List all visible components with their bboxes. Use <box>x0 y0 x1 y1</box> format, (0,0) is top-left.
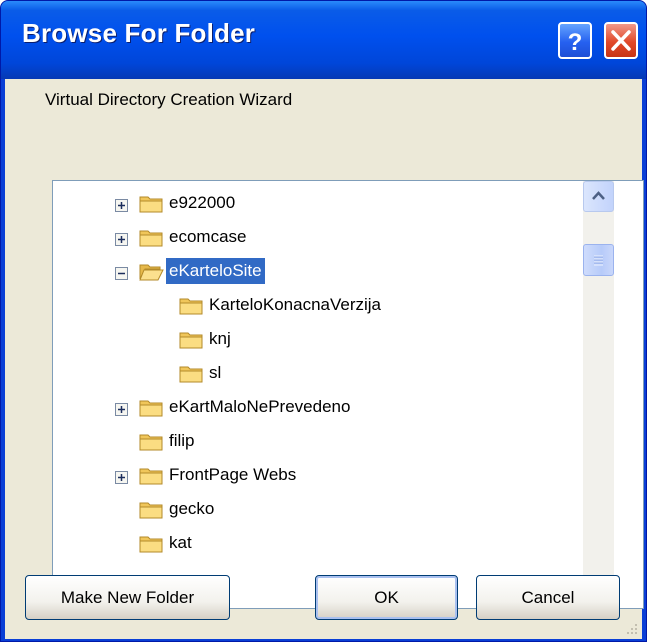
tree-item-label: KarteloKonacnaVerzija <box>209 295 382 314</box>
scroll-up-button[interactable] <box>583 181 614 212</box>
folder-icon <box>179 363 204 383</box>
chevron-up-icon <box>592 191 605 200</box>
vertical-scrollbar[interactable] <box>583 181 614 608</box>
expand-plus-icon[interactable] <box>115 231 128 246</box>
tree-item-label: knj <box>209 329 231 348</box>
title-bar[interactable]: Browse For Folder ? <box>1 1 646 79</box>
ok-button[interactable]: OK <box>315 575 458 620</box>
tree-item-label: sl <box>209 363 222 382</box>
tree-item-label: gecko <box>169 499 215 518</box>
tree-item-label: filip <box>169 431 195 450</box>
folder-icon <box>179 295 204 315</box>
tree-item[interactable]: filip <box>53 428 581 454</box>
dialog-description: Virtual Directory Creation Wizard <box>45 90 293 109</box>
tree-item[interactable]: knj <box>53 326 581 352</box>
tree-item-label: kat <box>169 533 192 552</box>
folder-icon <box>139 431 164 451</box>
expand-plus-icon[interactable] <box>115 469 128 484</box>
close-button[interactable] <box>604 22 638 59</box>
folder-tree[interactable]: e922000 ecomcase eKarteloSite KarteloKonacn… <box>52 180 644 609</box>
cancel-button[interactable]: Cancel <box>476 575 620 620</box>
tree-item-label: eKartMaloNePrevedeno <box>169 397 351 416</box>
tree-item-label: eKarteloSite <box>166 258 265 284</box>
svg-text:?: ? <box>568 29 583 56</box>
folder-icon <box>179 329 204 349</box>
tree-item-label: ecomcase <box>169 227 247 246</box>
tree-item[interactable]: KarteloKonacnaVerzija <box>53 292 581 318</box>
folder-icon <box>139 465 164 485</box>
tree-item-label: FrontPage Webs <box>169 465 297 484</box>
tree-item[interactable]: sl <box>53 360 581 386</box>
folder-icon <box>139 533 164 553</box>
x-close-icon <box>611 30 631 51</box>
question-mark-icon: ? <box>568 29 583 56</box>
tree-item-label: e922000 <box>169 193 236 212</box>
folder-icon <box>139 193 164 213</box>
scroll-thumb[interactable] <box>583 244 614 276</box>
tree-item[interactable]: eKarteloSite <box>53 258 581 284</box>
make-new-folder-button[interactable]: Make New Folder <box>25 575 230 620</box>
tree-item[interactable]: ecomcase <box>53 224 581 250</box>
browse-for-folder-dialog: Browse For Folder ? Virtual Directory Cr… <box>0 0 647 642</box>
folder-icon <box>139 227 164 247</box>
window-title: Browse For Folder <box>22 18 256 48</box>
help-button[interactable]: ? <box>558 22 592 59</box>
tree-item[interactable]: eKartMaloNePrevedeno <box>53 394 581 420</box>
tree-item[interactable]: FrontPage Webs <box>53 462 581 488</box>
collapse-minus-icon[interactable] <box>115 265 128 280</box>
tree-item[interactable]: gecko <box>53 496 581 522</box>
resize-grip-icon[interactable] <box>623 620 639 636</box>
folder-icon <box>139 499 164 519</box>
folder-icon <box>139 397 164 417</box>
tree-item[interactable]: e922000 <box>53 190 581 216</box>
grip-lines-icon <box>594 255 603 266</box>
dialog-body: Virtual Directory Creation Wizard e92200… <box>5 79 644 639</box>
expand-plus-icon[interactable] <box>115 197 128 212</box>
expand-plus-icon[interactable] <box>115 401 128 416</box>
tree-item[interactable]: kat <box>53 530 581 556</box>
folder-open-icon <box>139 261 164 281</box>
